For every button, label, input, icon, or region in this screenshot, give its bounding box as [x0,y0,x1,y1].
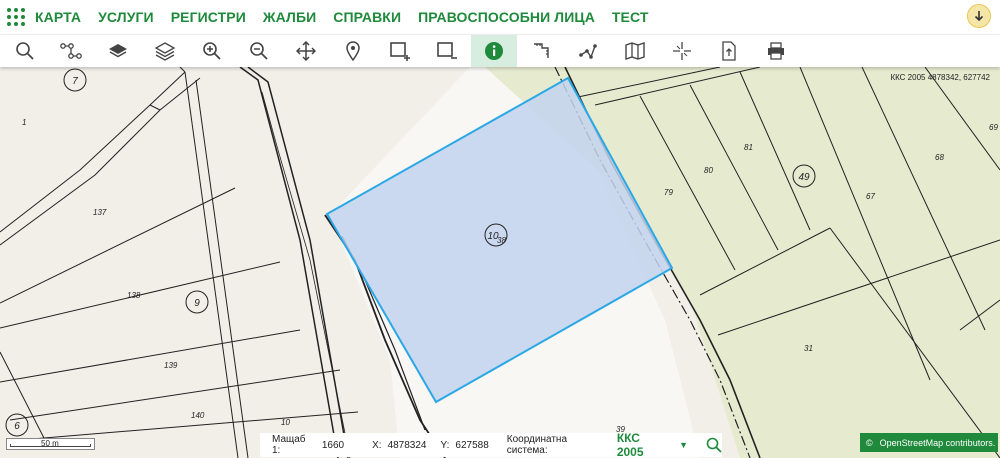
crs-search-button[interactable] [706,437,722,453]
parcel-label-138: 138 [127,291,141,300]
nav-item-test[interactable]: ТЕСТ [612,9,649,25]
attribution-link[interactable]: OpenStreetMap contributors. [880,438,996,448]
parcel-label-69: 69 [989,123,998,132]
nav-item-map[interactable]: КАРТА [35,9,81,25]
y-value: 627588 [455,439,489,451]
nav-item-complaints[interactable]: ЖАЛБИ [263,9,316,25]
map-attribution: © OpenStreetMap contributors. [860,433,998,452]
layers-filled-icon [109,44,127,58]
coordinates-readout: ККС 2005 4878342, 627742 [890,73,990,82]
crs-select-value[interactable]: ККС 2005 [617,431,669,458]
export-icon [722,41,736,61]
apps-grid-icon[interactable] [7,8,25,26]
tool-export[interactable] [706,35,752,67]
nav-item-registers[interactable]: РЕГИСТРИ [171,9,246,25]
tool-measure-distance[interactable] [518,35,564,67]
parcel-label-139: 139 [164,361,178,370]
circle-label-49: 49 [798,172,810,183]
nav-item-services[interactable]: УСЛУГИ [98,9,154,25]
tool-crosshair[interactable] [659,35,705,67]
tool-network[interactable] [48,35,94,67]
tool-layers-outline[interactable] [142,35,188,67]
parcel-label-31: 31 [804,344,813,353]
x-label: X: [372,439,382,451]
caret-down-icon[interactable]: ▼ [679,440,688,450]
zoom-in-icon [203,42,221,60]
map-canvas[interactable]: 7 9 6 10 49 1 137 138 139 140 10 38 79 8… [0,67,1000,458]
parcel-label-137: 137 [93,208,107,217]
measure-polygon-icon [579,44,597,59]
circle-label-6: 6 [14,421,20,432]
cadastral-map: 7 9 6 10 49 1 137 138 139 140 10 38 79 8… [0,67,1000,458]
search-icon [16,42,34,60]
print-icon [768,42,784,60]
tool-location[interactable] [330,35,376,67]
crosshair-icon [673,42,691,60]
info-icon [485,42,503,60]
nav-item-licensed-persons[interactable]: ПРАВОСПОСОБНИ ЛИЦА [418,9,595,25]
nav-item-references[interactable]: СПРАВКИ [333,9,401,25]
tool-map[interactable] [612,35,658,67]
download-button[interactable] [967,4,991,28]
map-toolbar [0,34,1000,67]
tool-print[interactable] [753,35,799,67]
tool-zoom-in[interactable] [189,35,235,67]
arrow-down-icon [974,11,984,22]
parcel-label-80: 80 [704,166,713,175]
y-label: Y: [440,439,450,451]
parcel-label-1: 1 [22,118,26,127]
tool-info[interactable] [471,35,517,67]
pan-icon [296,41,316,61]
parcel-label-10: 10 [281,418,290,427]
scale-bar-label: 50 m [41,439,59,448]
location-pin-icon [346,41,360,61]
scale-bar: 50 m [6,438,95,450]
network-icon [60,43,82,59]
select-remove-icon [437,42,457,59]
cadastral-map-app: КАРТА УСЛУГИ РЕГИСТРИ ЖАЛБИ СПРАВКИ ПРАВ… [0,0,1000,458]
tool-measure-polygon[interactable] [565,35,611,67]
tool-select-add[interactable] [377,35,423,67]
map-icon [625,42,645,60]
parcel-label-81: 81 [744,143,753,152]
circle-label-9: 9 [194,298,200,309]
tool-layers-filled[interactable] [95,35,141,67]
top-navigation: КАРТА УСЛУГИ РЕГИСТРИ ЖАЛБИ СПРАВКИ ПРАВ… [0,0,1000,34]
parcel-label-38: 38 [497,236,506,245]
parcel-label-140: 140 [191,411,205,420]
search-icon [706,437,722,453]
crs-label: Координатна система: [506,434,568,456]
parcel-label-67: 67 [866,192,875,201]
measure-distance-icon [534,43,549,58]
tool-pan[interactable] [283,35,329,67]
parcel-label-79: 79 [664,188,673,197]
copyright-icon: © [866,437,873,448]
tool-search[interactable] [2,35,48,67]
scale-label: Мащаб 1: [272,434,306,456]
tool-select-remove[interactable] [424,35,470,67]
circle-label-7: 7 [72,76,78,87]
parcel-label-68: 68 [935,153,944,162]
scale-value: 1660 [321,439,345,451]
tool-zoom-out[interactable] [236,35,282,67]
status-bar: Мащаб 1: 1660 X: 4878324 Y: 627588 Коорд… [260,431,722,458]
layers-outline-icon [154,42,176,61]
select-add-icon [390,42,410,61]
zoom-out-icon [250,42,268,60]
x-value: 4878324 [387,439,427,451]
